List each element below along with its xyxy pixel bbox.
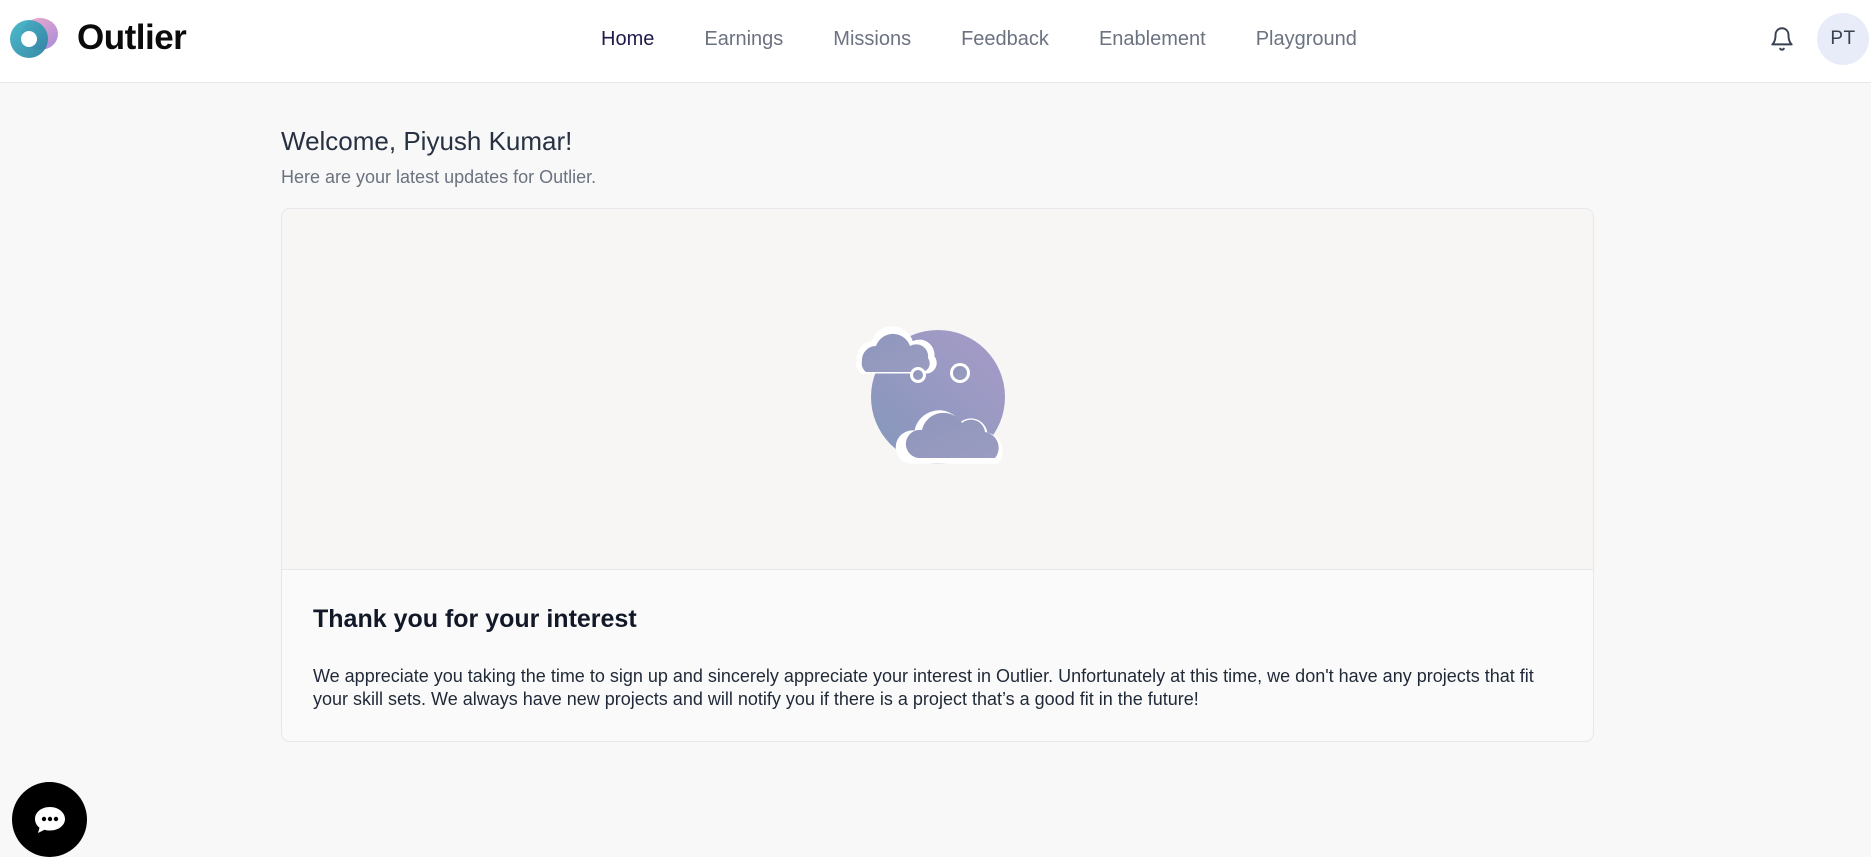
moon-clouds-icon [856,326,1005,464]
outlier-logo-icon [10,18,58,58]
update-card: Thank you for your interest We appreciat… [281,208,1594,742]
avatar[interactable]: PT [1817,13,1869,65]
bell-icon [1771,27,1793,51]
chat-bubble-icon [34,806,65,833]
nav-home[interactable]: Home [601,28,654,51]
card-title: Thank you for your interest [313,605,637,633]
notifications-button[interactable] [1767,24,1797,54]
card-body: We appreciate you taking the time to sig… [313,666,1534,709]
nav-enablement[interactable]: Enablement [1099,28,1206,51]
brand-name: Outlier [77,18,187,57]
page-subtitle: Here are your latest updates for Outlier… [281,167,597,187]
card-illustration [282,209,1593,570]
nav-feedback[interactable]: Feedback [961,28,1049,51]
chat-button[interactable] [12,782,87,857]
page-title: Welcome, Piyush Kumar! [281,126,573,156]
outlier-logo[interactable]: Outlier [8,17,187,59]
nav-playground[interactable]: Playground [1256,28,1357,51]
nav-earnings[interactable]: Earnings [704,28,783,51]
top-bar: Outlier Home Earnings Missions Feedback … [0,0,1871,83]
nav-missions[interactable]: Missions [833,28,911,51]
main-nav: Home Earnings Missions Feedback Enableme… [601,26,1407,52]
